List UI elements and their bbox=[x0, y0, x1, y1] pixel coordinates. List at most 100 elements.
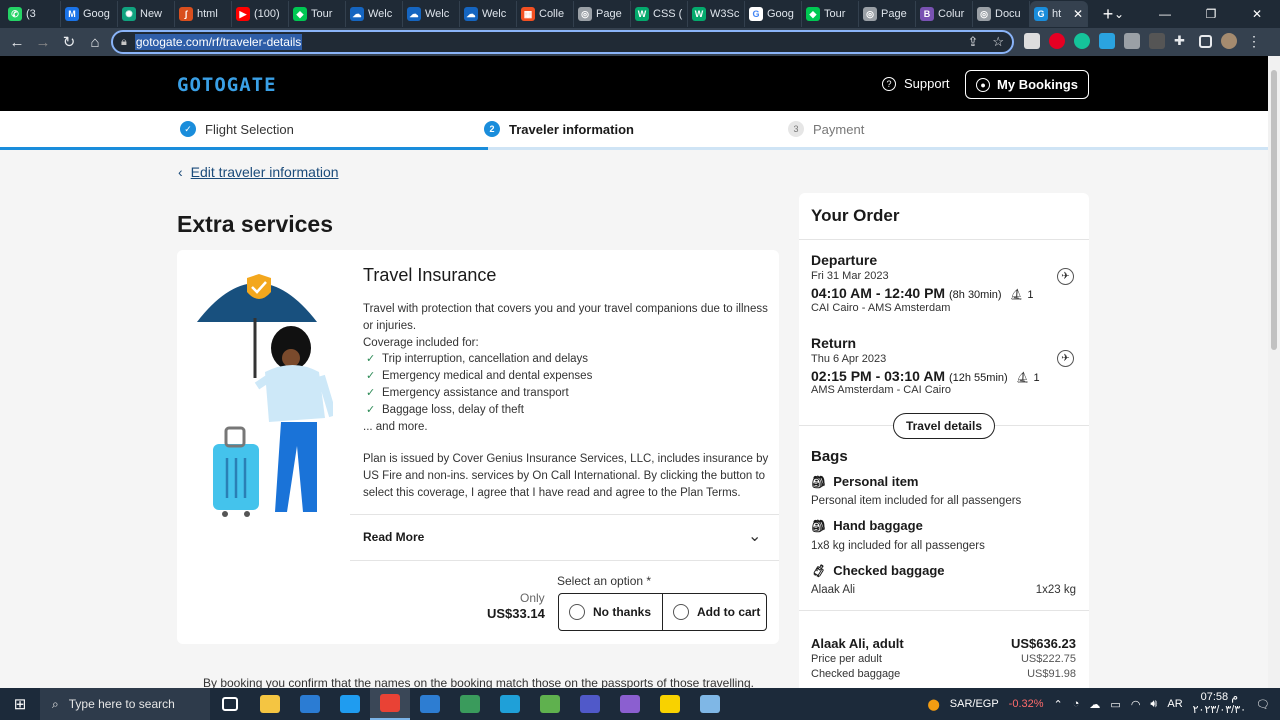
read-more-toggle[interactable]: Read More bbox=[363, 530, 424, 544]
step-traveler-information: 2 Traveler information bbox=[484, 121, 634, 137]
coverage-more: ... and more. bbox=[363, 420, 428, 433]
browser-tab[interactable]: ☁ Welc bbox=[460, 1, 517, 27]
file-explorer-icon bbox=[260, 695, 280, 713]
browser-tab[interactable]: ▦ Colle bbox=[517, 1, 574, 27]
tray-chevron-icon[interactable]: ⌃ bbox=[1054, 698, 1063, 711]
departure-label: Departure bbox=[811, 252, 878, 268]
radio-button[interactable] bbox=[569, 604, 585, 620]
taskbar-app-file-explorer[interactable] bbox=[250, 688, 290, 720]
taskbar-app-edge[interactable] bbox=[490, 688, 530, 720]
tab-search-icon[interactable]: ⌄ bbox=[1096, 7, 1142, 21]
checked-baggage-passenger: Alaak Ali bbox=[811, 584, 856, 596]
url-text[interactable]: gotogate.com/rf/traveler-details bbox=[134, 34, 303, 50]
taskbar-app-sticky-notes[interactable] bbox=[650, 688, 690, 720]
browser-tab[interactable]: ☁ Welc bbox=[346, 1, 403, 27]
departure-duration: (8h 30min) bbox=[948, 289, 1002, 301]
browser-tab[interactable]: M Goog bbox=[61, 1, 118, 27]
browser-tab[interactable]: G Goog bbox=[745, 1, 802, 27]
language-indicator[interactable]: AR bbox=[1167, 698, 1182, 710]
browser-tab[interactable]: ∫ html bbox=[175, 1, 232, 27]
browser-tab[interactable]: ✆ (3 bbox=[4, 1, 61, 27]
radio-button[interactable] bbox=[673, 604, 689, 620]
profile-avatar[interactable] bbox=[1221, 33, 1237, 49]
page-scrollbar[interactable] bbox=[1268, 56, 1280, 688]
return-times: 02:15 PM - 03:10 AM (12h 55min) ⛵︎ 1 bbox=[811, 368, 1040, 384]
travel-details-button[interactable]: Travel details bbox=[893, 413, 995, 439]
tab-label: Welc bbox=[425, 8, 450, 20]
taskbar-search[interactable]: ⌕ Type here to search bbox=[40, 688, 210, 720]
taskbar-app-vscode[interactable] bbox=[330, 688, 370, 720]
share-icon[interactable]: ⇪ bbox=[967, 34, 978, 50]
back-icon[interactable]: ← bbox=[4, 34, 30, 51]
close-window-button[interactable]: ✕ bbox=[1234, 7, 1280, 21]
departure-times: 04:10 AM - 12:40 PM (8h 30min) ⛵︎ 1 bbox=[811, 285, 1033, 301]
taskbar-app-app-sheet[interactable] bbox=[450, 688, 490, 720]
browser-tab[interactable]: ▶ (100) bbox=[232, 1, 289, 27]
tab-label: (3 bbox=[26, 8, 36, 20]
taskbar-app-mail[interactable] bbox=[290, 688, 330, 720]
taskbar-app-visual-studio[interactable] bbox=[610, 688, 650, 720]
taskbar-app-chrome[interactable] bbox=[370, 688, 410, 720]
extension-icon[interactable] bbox=[1024, 33, 1040, 49]
scrollbar-thumb[interactable] bbox=[1271, 70, 1277, 350]
volume-icon[interactable]: 🔊︎ bbox=[1150, 698, 1157, 711]
menu-icon[interactable]: ⋮ bbox=[1246, 33, 1262, 49]
tab-favicon-icon: ◆ bbox=[806, 7, 820, 21]
clock[interactable]: 07:58 م ٢٠٢٣/٠٣/٣٠ bbox=[1193, 691, 1246, 717]
tab-label: (100) bbox=[254, 8, 280, 20]
close-tab-icon[interactable]: ✕ bbox=[1073, 7, 1083, 21]
browser-tab[interactable]: B Colur bbox=[916, 1, 973, 27]
visual-studio-icon bbox=[620, 695, 640, 713]
grammarly-icon[interactable] bbox=[1074, 33, 1090, 49]
puzzle-icon[interactable]: ✚ bbox=[1174, 33, 1190, 49]
pinterest-icon[interactable] bbox=[1049, 33, 1065, 49]
taskbar-app-app-clip[interactable] bbox=[690, 688, 730, 720]
browser-tab[interactable]: W W3Sc bbox=[688, 1, 745, 27]
browser-tab[interactable]: ◎ Docu bbox=[973, 1, 1030, 27]
address-bar[interactable]: 🔒︎ gotogate.com/rf/traveler-details ⇪ ☆ bbox=[111, 30, 1014, 54]
taskbar-app-task-view[interactable] bbox=[210, 688, 250, 720]
browser-tab[interactable]: ◆ Tour bbox=[802, 1, 859, 27]
minimize-button[interactable]: — bbox=[1142, 7, 1188, 21]
extension-icon[interactable] bbox=[1099, 33, 1115, 49]
battery-icon[interactable]: ▭ bbox=[1110, 698, 1120, 711]
reload-icon[interactable]: ↻ bbox=[56, 33, 82, 51]
notifications-icon[interactable]: 🗨︎ bbox=[1256, 698, 1270, 711]
extensions-area: ✚ ⋮ bbox=[1024, 33, 1262, 49]
browser-tab[interactable]: ☁ Welc bbox=[403, 1, 460, 27]
coverage-item: Trip interruption, cancellation and dela… bbox=[363, 351, 773, 368]
sticky-notes-icon bbox=[660, 695, 680, 713]
edit-traveler-link[interactable]: ‹ Edit traveler information bbox=[178, 164, 339, 180]
plan-terms-text: Plan is issued by Cover Genius Insurance… bbox=[363, 453, 769, 499]
browser-tab[interactable]: W CSS ( bbox=[631, 1, 688, 27]
sidebar-icon[interactable] bbox=[1199, 34, 1212, 48]
hand-bag-icon: 🎒︎ bbox=[811, 518, 827, 533]
windows-start-icon[interactable]: ⊞ bbox=[0, 695, 40, 713]
add-to-cart-option[interactable]: Add to cart bbox=[663, 594, 766, 630]
chevron-down-icon[interactable]: ⌄ bbox=[748, 526, 761, 546]
no-thanks-option[interactable]: No thanks bbox=[559, 594, 663, 630]
forward-icon[interactable]: → bbox=[30, 34, 56, 51]
onedrive-icon[interactable]: ☁ bbox=[1089, 698, 1100, 711]
browser-tab[interactable]: ◆ Tour bbox=[289, 1, 346, 27]
shield-extension-icon[interactable] bbox=[1124, 33, 1140, 49]
teams-icon bbox=[580, 695, 600, 713]
gotogate-logo[interactable]: GOTOGATE bbox=[177, 74, 277, 96]
wifi-icon[interactable]: ◠ bbox=[1131, 698, 1141, 711]
browser-tab[interactable]: ✺ New bbox=[118, 1, 175, 27]
browser-tab[interactable]: Ght ✕ bbox=[1030, 1, 1088, 27]
network-icon[interactable]: ◔ bbox=[1073, 698, 1080, 710]
maximize-button[interactable]: ❐ bbox=[1188, 7, 1234, 21]
bookmark-star-icon[interactable]: ☆ bbox=[992, 34, 1004, 50]
extension-icon[interactable] bbox=[1149, 33, 1165, 49]
home-icon[interactable]: ⌂ bbox=[82, 34, 108, 51]
browser-tab[interactable]: ◎ Page bbox=[574, 1, 631, 27]
insurance-price: US$33.14 bbox=[487, 606, 545, 621]
browser-tab[interactable]: ◎ Page bbox=[859, 1, 916, 27]
taskbar-app-app-green[interactable] bbox=[530, 688, 570, 720]
step-payment: 3 Payment bbox=[788, 121, 864, 137]
support-link[interactable]: ? Support bbox=[882, 76, 950, 91]
taskbar-app-teams[interactable] bbox=[570, 688, 610, 720]
taskbar-app-app-blue[interactable] bbox=[410, 688, 450, 720]
my-bookings-button[interactable]: ● My Bookings bbox=[965, 70, 1089, 99]
